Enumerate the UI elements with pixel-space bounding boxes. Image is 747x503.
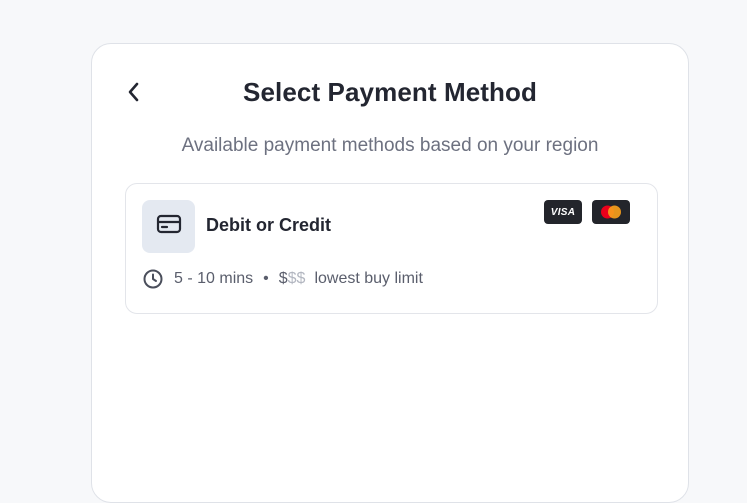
processing-time: 5 - 10 mins [174, 270, 254, 287]
price-level-active: $ [278, 270, 288, 287]
separator-dot: • [263, 270, 269, 287]
payment-option-icon-tile [142, 200, 195, 253]
limit-description: lowest buy limit [314, 270, 423, 287]
mastercard-logo [592, 200, 630, 224]
page-title: Select Payment Method [243, 77, 537, 107]
price-level-indicator: $$$ [279, 270, 306, 288]
payment-option-debit-credit[interactable]: Debit or Credit VISA 5 - 10 mins • $$$ l… [125, 183, 658, 314]
price-level-inactive: $$ [287, 270, 306, 287]
visa-logo-text: VISA [550, 206, 576, 218]
visa-logo: VISA [544, 200, 582, 224]
page-subtitle: Available payment methods based on your … [181, 135, 599, 156]
payment-option-details: 5 - 10 mins • $$$ lowest buy limit [142, 268, 423, 290]
credit-card-icon [156, 214, 182, 239]
clock-icon [142, 268, 164, 290]
payment-method-panel: Select Payment Method Available payment … [91, 43, 689, 503]
payment-option-name: Debit or Credit [206, 215, 332, 235]
